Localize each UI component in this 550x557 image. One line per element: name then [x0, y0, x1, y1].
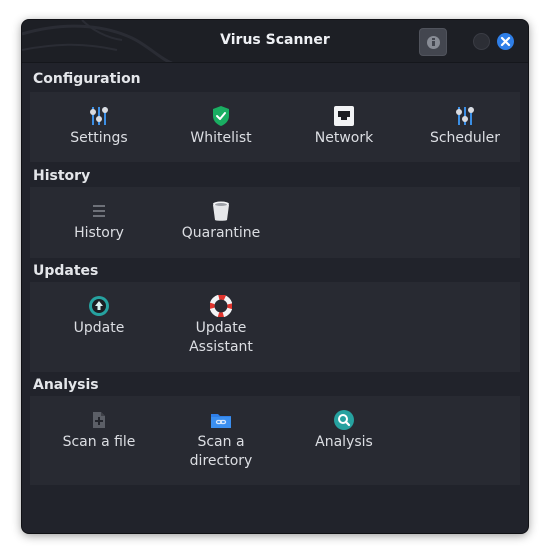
- sliders-icon: [90, 107, 108, 125]
- lifebuoy-icon: [210, 295, 232, 317]
- history-panel: History Quarantine: [30, 187, 520, 258]
- window-title: Virus Scanner: [220, 32, 330, 48]
- folder-link-icon: [211, 414, 231, 428]
- analysis-panel: Scan a file Scan a directory Analysis: [30, 396, 520, 485]
- history-label: History: [74, 225, 124, 241]
- history-heading: History: [33, 168, 91, 184]
- sliders-icon: [456, 107, 474, 125]
- analysis-heading: Analysis: [33, 377, 99, 393]
- close-button[interactable]: [497, 33, 514, 50]
- updates-heading: Updates: [33, 263, 99, 279]
- update-assistant-label: Update Assistant: [189, 320, 253, 355]
- minimize-button[interactable]: [473, 33, 490, 50]
- scheduler-label: Scheduler: [429, 130, 501, 146]
- info-icon: [427, 36, 440, 49]
- magnifier-icon: [334, 410, 354, 430]
- shield-check-icon: [213, 106, 229, 126]
- analysis-label: Analysis: [315, 434, 373, 450]
- about-button[interactable]: [419, 28, 447, 56]
- updates-panel: Update Update Assistant: [30, 282, 520, 372]
- scan-directory-label: Scan a directory: [189, 434, 253, 469]
- network-icon: [334, 106, 354, 126]
- quarantine-label: Quarantine: [181, 225, 261, 241]
- network-label: Network: [314, 130, 374, 146]
- update-arrow-icon: [89, 296, 109, 316]
- trash-icon: [213, 201, 229, 221]
- file-add-icon: [93, 412, 105, 428]
- title-bar[interactable]: Virus Scanner: [22, 20, 528, 63]
- scan-file-label: Scan a file: [62, 434, 136, 450]
- configuration-panel: Settings Whitelist Network Scheduler: [30, 92, 520, 162]
- configuration-heading: Configuration: [33, 71, 141, 87]
- app-window: Virus Scanner Configuration Settings Whi…: [22, 20, 528, 533]
- close-icon: [500, 36, 511, 47]
- settings-label: Settings: [70, 130, 128, 146]
- whitelist-label: Whitelist: [190, 130, 252, 146]
- list-icon: [93, 205, 105, 217]
- update-label: Update: [73, 320, 125, 336]
